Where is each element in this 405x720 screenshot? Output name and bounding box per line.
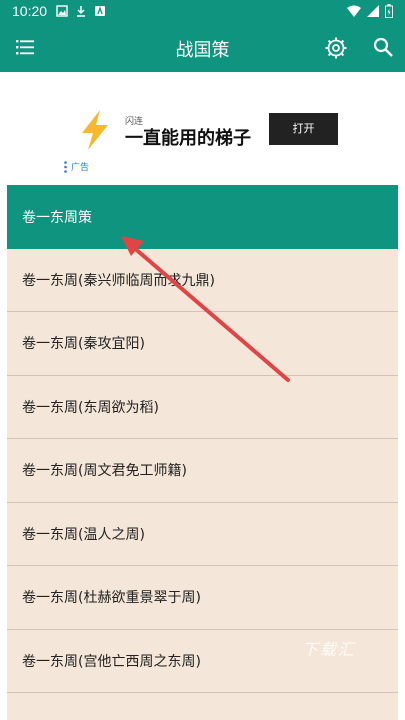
app-notification-icon (95, 5, 105, 16)
app-bar: 战国策 (0, 24, 405, 72)
wifi-icon (347, 5, 361, 17)
ad-badge[interactable]: 广告 (64, 160, 89, 173)
list-item[interactable]: 卷一东周(秦兴师临周而求九鼎) (7, 249, 398, 312)
list-item[interactable]: 卷一东周(杜赫欲重景翠于周) (7, 566, 398, 630)
ad-banner[interactable]: 闪连 一直能用的梯子 打开 广告 (0, 72, 405, 184)
battery-icon (385, 4, 393, 18)
ad-label: 广告 (71, 163, 90, 173)
list-item[interactable]: 卷一东周(周文君免工师籍) (7, 439, 398, 503)
list-item[interactable]: 卷一东周(秦攻宜阳) (7, 312, 398, 376)
list-item[interactable]: 卷一东周(东周欲为稻) (7, 376, 398, 439)
search-icon[interactable] (372, 36, 394, 58)
notification-icons (56, 5, 106, 17)
watermark: 下载汇 (302, 640, 357, 659)
list-item-selected[interactable]: 卷一东周策 (7, 185, 398, 249)
download-icon (77, 6, 85, 17)
signal-icon (367, 5, 379, 17)
status-bar: 10:20 (0, 0, 405, 24)
ad-open-button[interactable]: 打开 (269, 113, 338, 145)
status-time: 10:20 (12, 3, 48, 19)
system-icons (347, 4, 393, 18)
ad-headline: 一直能用的梯子 (125, 128, 251, 149)
lightning-bolt-icon (82, 110, 108, 150)
list-item[interactable]: 卷一东周(温人之周) (7, 503, 398, 566)
image-icon (56, 5, 68, 17)
more-vertical-icon (64, 160, 67, 173)
gear-icon[interactable] (324, 36, 348, 60)
